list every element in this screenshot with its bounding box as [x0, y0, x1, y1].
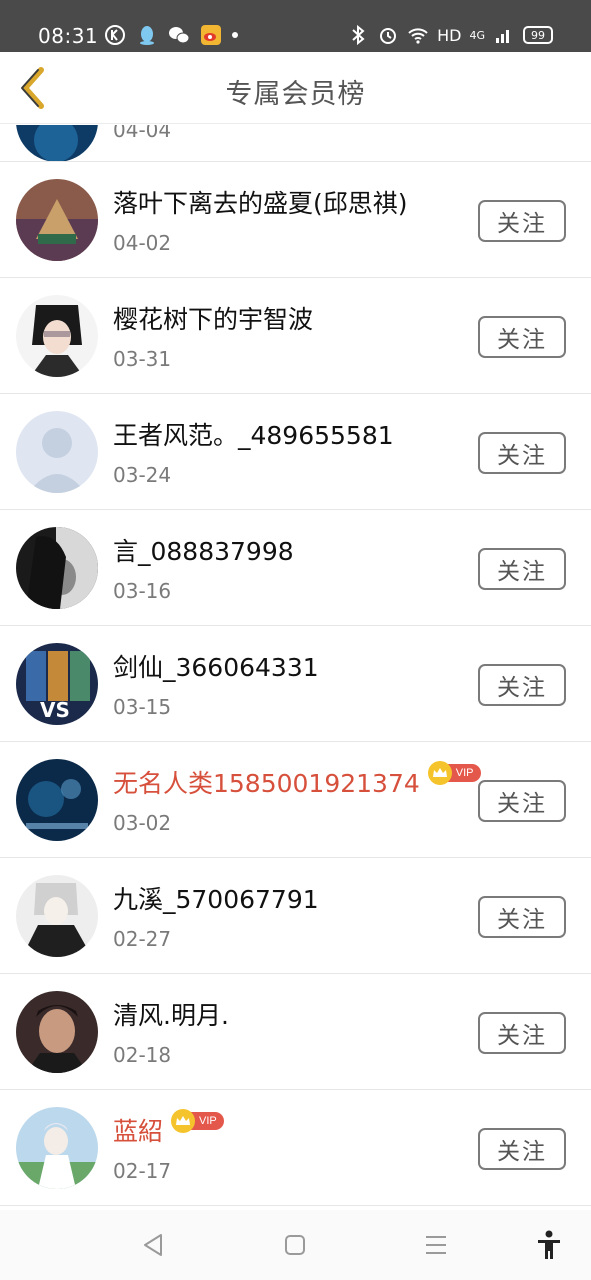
more-dot-icon	[232, 32, 238, 38]
vip-badge: VIP	[171, 1109, 224, 1133]
list-item[interactable]: 九溪_570067791 02-27 关注	[0, 858, 591, 974]
accessibility-icon	[538, 1230, 560, 1259]
wechat-icon	[169, 27, 190, 44]
name-line: 言_088837998	[113, 532, 294, 568]
join-date: 03-15	[113, 695, 172, 719]
member-name[interactable]: 蓝紹	[113, 1112, 163, 1148]
member-name[interactable]: 落叶下离去的盛夏(邱思祺)	[113, 184, 408, 220]
bluetooth-icon	[352, 24, 365, 46]
avatar[interactable]	[16, 875, 98, 957]
menu-lines-icon	[426, 1236, 446, 1254]
avatar[interactable]	[16, 759, 98, 841]
k-circle-icon	[105, 25, 125, 45]
member-list[interactable]: 04-04 落叶下离去的盛夏(邱思祺) 04-02 关注 樱花树下的宇智波 03…	[0, 125, 591, 1210]
name-line: 王者风范。_489655581	[113, 416, 394, 452]
list-item[interactable]: 无名人类1585001921374 VIP 03-02 关注	[0, 742, 591, 858]
join-date: 03-31	[113, 347, 172, 371]
avatar[interactable]	[16, 125, 98, 161]
name-line: 无名人类1585001921374 VIP	[113, 761, 481, 800]
join-date: 02-18	[113, 1043, 172, 1067]
avatar[interactable]	[16, 411, 98, 493]
avatar[interactable]	[16, 991, 98, 1073]
avatar[interactable]	[16, 179, 98, 261]
avatar[interactable]	[16, 527, 98, 609]
join-date: 04-02	[113, 231, 172, 255]
join-date: 02-17	[113, 1159, 172, 1183]
member-name[interactable]: 言_088837998	[113, 532, 294, 568]
follow-button[interactable]: 关注	[478, 780, 566, 822]
home-square-icon	[285, 1235, 305, 1255]
follow-button[interactable]: 关注	[478, 548, 566, 590]
crown-icon	[427, 761, 452, 785]
avatar[interactable]: VS	[16, 643, 98, 725]
follow-button[interactable]: 关注	[478, 432, 566, 474]
member-name[interactable]: 清风.明月.	[113, 996, 229, 1032]
signal-label: 4G	[469, 28, 485, 42]
follow-button[interactable]: 关注	[478, 664, 566, 706]
follow-button[interactable]: 关注	[478, 200, 566, 242]
status-time: 08:31	[38, 24, 99, 48]
member-name[interactable]: 剑仙_366064331	[113, 648, 319, 684]
status-bar: 08:31 HD 4G 99	[0, 0, 591, 52]
avatar[interactable]	[16, 1107, 98, 1189]
list-item[interactable]: 樱花树下的宇智波 03-31 关注	[0, 278, 591, 394]
list-item[interactable]: 落叶下离去的盛夏(邱思祺) 04-02 关注	[0, 162, 591, 278]
follow-button[interactable]: 关注	[478, 896, 566, 938]
signal-icon	[496, 30, 509, 43]
member-name[interactable]: 无名人类1585001921374	[113, 764, 420, 800]
member-name[interactable]: 王者风范。_489655581	[113, 416, 394, 452]
join-date: 03-24	[113, 463, 172, 487]
name-line: 蓝紹 VIP	[113, 1109, 224, 1148]
join-date: 03-02	[113, 811, 172, 835]
system-status-icons: HD 4G 99	[347, 24, 553, 46]
list-item[interactable]: 清风.明月. 02-18 关注	[0, 974, 591, 1090]
nav-back-button[interactable]	[138, 1230, 168, 1260]
nav-accessibility-button[interactable]	[534, 1230, 564, 1260]
follow-button[interactable]: 关注	[478, 316, 566, 358]
join-date: 02-27	[113, 927, 172, 951]
system-nav-bar	[0, 1210, 591, 1280]
name-line: 落叶下离去的盛夏(邱思祺)	[113, 184, 408, 220]
hd-label: HD	[437, 25, 462, 45]
name-line: 樱花树下的宇智波	[113, 300, 313, 336]
member-name[interactable]: 樱花树下的宇智波	[113, 300, 313, 336]
follow-button[interactable]: 关注	[478, 1012, 566, 1054]
join-date: 04-04	[113, 125, 172, 142]
avatar[interactable]	[16, 295, 98, 377]
alarm-icon	[380, 28, 397, 44]
list-item[interactable]: 言_088837998 03-16 关注	[0, 510, 591, 626]
weibo-icon	[201, 25, 221, 45]
battery-icon: 99	[523, 26, 553, 44]
member-name[interactable]: 九溪_570067791	[113, 880, 319, 916]
list-item[interactable]: 04-04	[0, 125, 591, 162]
qq-icon	[140, 26, 154, 45]
wifi-icon	[408, 28, 428, 44]
vip-badge: VIP	[427, 761, 481, 785]
list-item[interactable]: VS 剑仙_366064331 03-15 关注	[0, 626, 591, 742]
follow-button[interactable]: 关注	[478, 1128, 566, 1170]
name-line: 剑仙_366064331	[113, 648, 319, 684]
join-date: 03-16	[113, 579, 172, 603]
page-title: 专属会员榜	[225, 79, 366, 110]
list-item[interactable]: 蓝紹 VIP 02-17 关注	[0, 1090, 591, 1206]
name-line: 九溪_570067791	[113, 880, 319, 916]
back-triangle-icon	[144, 1234, 162, 1256]
name-line: 清风.明月.	[113, 996, 229, 1032]
nav-menu-button[interactable]	[421, 1230, 451, 1260]
notification-icons	[104, 24, 238, 46]
svg-text:VS: VS	[40, 698, 70, 722]
app-header: 专属会员榜	[0, 52, 591, 124]
nav-home-button[interactable]	[280, 1230, 310, 1260]
list-item[interactable]: 王者风范。_489655581 03-24 关注	[0, 394, 591, 510]
crown-icon	[171, 1109, 196, 1133]
